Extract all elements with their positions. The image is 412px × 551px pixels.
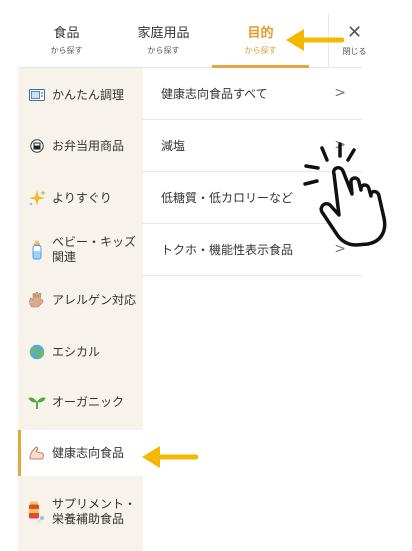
chevron-right-icon: > [334, 85, 346, 101]
list-item-label: 減塩 [161, 139, 186, 153]
sidebar-item-label: 健康志向食品 [52, 445, 125, 460]
sidebar-item-organic[interactable]: オーガニック [18, 382, 143, 422]
arrow-left-icon [142, 446, 198, 468]
purpose-sidebar: かんたん調理 お弁当用商品 よりすぐり ベビー・キッズ関連 アレルゲン対応 エシ… [18, 68, 143, 551]
sprout-icon [28, 393, 46, 411]
sidebar-item-supplements[interactable]: サプリメント・栄養補助食品 [18, 482, 143, 542]
list-item-label: トクホ・機能性表示食品 [161, 243, 294, 257]
list-item-label: 健康志向食品すべて [161, 87, 268, 101]
tab-household-sublabel: から探す [147, 46, 180, 55]
baby-bottle-icon [28, 240, 46, 260]
sidebar-item-selected-picks[interactable]: よりすぐり [18, 178, 143, 218]
sparkle-icon [28, 189, 46, 207]
sidebar-item-label: お弁当用商品 [52, 138, 125, 153]
sidebar-item-bento[interactable]: お弁当用商品 [18, 126, 143, 166]
sidebar-item-health[interactable]: 健康志向食品 [18, 430, 143, 476]
sidebar-item-label: アレルゲン対応 [52, 292, 137, 307]
sidebar-item-label: エシカル [52, 344, 101, 359]
arrow-left-icon [286, 29, 344, 51]
tab-household[interactable]: 家庭用品 から探す [115, 14, 212, 68]
pointing-hand-icon [303, 142, 387, 247]
sidebar-item-label: サプリメント・栄養補助食品 [52, 497, 137, 526]
hand-icon [28, 291, 46, 309]
sidebar-item-label: オーガニック [52, 394, 125, 409]
tab-food[interactable]: 食品 から探す [18, 14, 115, 68]
sidebar-item-allergen[interactable]: アレルゲン対応 [18, 278, 143, 322]
microwave-icon [28, 86, 46, 104]
list-item-label: 低糖質・低カロリーなど [161, 191, 294, 205]
sidebar-item-label: かんたん調理 [52, 87, 125, 102]
earth-icon [28, 343, 46, 361]
sidebar-item-label: ベビー・キッズ関連 [52, 235, 137, 264]
supplement-icon [28, 501, 46, 523]
tab-food-label: 食品 [53, 26, 80, 41]
sidebar-item-label: よりすぐり [52, 190, 112, 205]
sidebar-item-ethical[interactable]: エシカル [18, 332, 143, 372]
muscle-icon [28, 444, 46, 462]
bento-icon [28, 137, 46, 155]
tab-food-sublabel: から探す [50, 46, 83, 55]
sidebar-item-easy-cooking[interactable]: かんたん調理 [18, 76, 143, 114]
sidebar-item-baby-kids[interactable]: ベビー・キッズ関連 [18, 228, 143, 272]
tab-household-label: 家庭用品 [137, 26, 190, 41]
list-item-health-all[interactable]: 健康志向食品すべて > [143, 68, 362, 120]
